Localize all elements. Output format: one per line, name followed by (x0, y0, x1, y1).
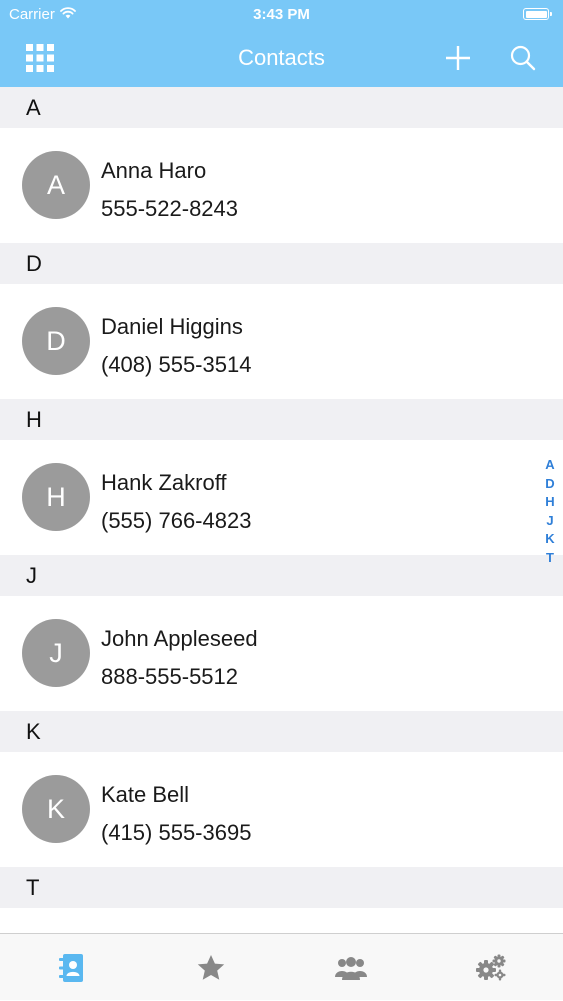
index-letter-a[interactable]: A (545, 456, 554, 475)
contact-phone: 555-522-8243 (101, 196, 239, 221)
tab-groups[interactable] (281, 934, 421, 1001)
index-letter-d[interactable]: D (545, 475, 554, 494)
status-bar: Carrier 3:43 PM (0, 0, 563, 30)
index-letter-j[interactable]: J (546, 512, 553, 531)
settings-gears-icon (476, 954, 506, 980)
section-header-k: K (0, 711, 563, 752)
plus-icon (446, 46, 470, 70)
index-letter-k[interactable]: K (545, 530, 554, 549)
index-letter-h[interactable]: H (545, 493, 554, 512)
battery-icon (523, 8, 552, 20)
tab-contacts[interactable] (1, 934, 141, 1001)
group-icon (335, 956, 367, 980)
contact-row[interactable]: D Daniel Higgins (408) 555-3514 (0, 284, 563, 399)
search-icon (510, 45, 536, 71)
index-letter-t[interactable]: T (546, 549, 554, 568)
avatar: A (22, 151, 90, 219)
avatar: J (22, 619, 90, 687)
section-header-a: A (0, 87, 563, 128)
status-time: 3:43 PM (253, 6, 310, 23)
contact-phone: 888-555-5512 (101, 664, 239, 689)
contact-phone: (408) 555-3514 (101, 352, 252, 377)
header-bar: Carrier 3:43 PM Contacts (0, 0, 563, 87)
contact-name: Anna Haro (101, 158, 207, 183)
contact-phone: (555) 766-4823 (101, 508, 252, 533)
contact-name: John Appleseed (101, 626, 258, 651)
contact-list[interactable]: A A Anna Haro 555-522-8243 D D Daniel Higgins(… (0, 87, 563, 933)
section-header-j: J (0, 555, 563, 596)
contact-row[interactable]: A Anna Haro 555-522-8243 (0, 128, 563, 243)
contact-row[interactable]: J John Appleseed 888-555-5512 (0, 596, 563, 711)
contacts-book-icon (59, 953, 83, 982)
page-title: Contacts (238, 45, 325, 70)
contact-name: Hank Zakroff (101, 470, 227, 495)
avatar: H (22, 463, 90, 531)
alphabet-index[interactable]: ADHJKT (542, 456, 558, 567)
star-icon (197, 954, 225, 980)
tab-bar (0, 933, 563, 1000)
contact-name: Kate Bell (101, 782, 190, 807)
section-header-d: D (0, 243, 563, 284)
search-button[interactable] (505, 40, 541, 76)
navigation-bar: Contacts (0, 30, 563, 87)
contact-row[interactable]: H Hank Zakroff (555) 766-4823 (0, 440, 563, 555)
contact-name: Daniel Higgins (101, 314, 243, 339)
tab-favorites[interactable] (141, 934, 281, 1001)
contact-row[interactable]: K Kate Bell (415) 555-3695 (0, 752, 563, 867)
tab-settings[interactable] (421, 934, 561, 1001)
contact-phone: (415) 555-3695 (101, 820, 252, 845)
avatar: K (22, 775, 90, 843)
avatar: D (22, 307, 90, 375)
section-header-t: T (0, 867, 563, 908)
add-contact-button[interactable] (440, 40, 476, 76)
section-header-h: H (0, 399, 563, 440)
